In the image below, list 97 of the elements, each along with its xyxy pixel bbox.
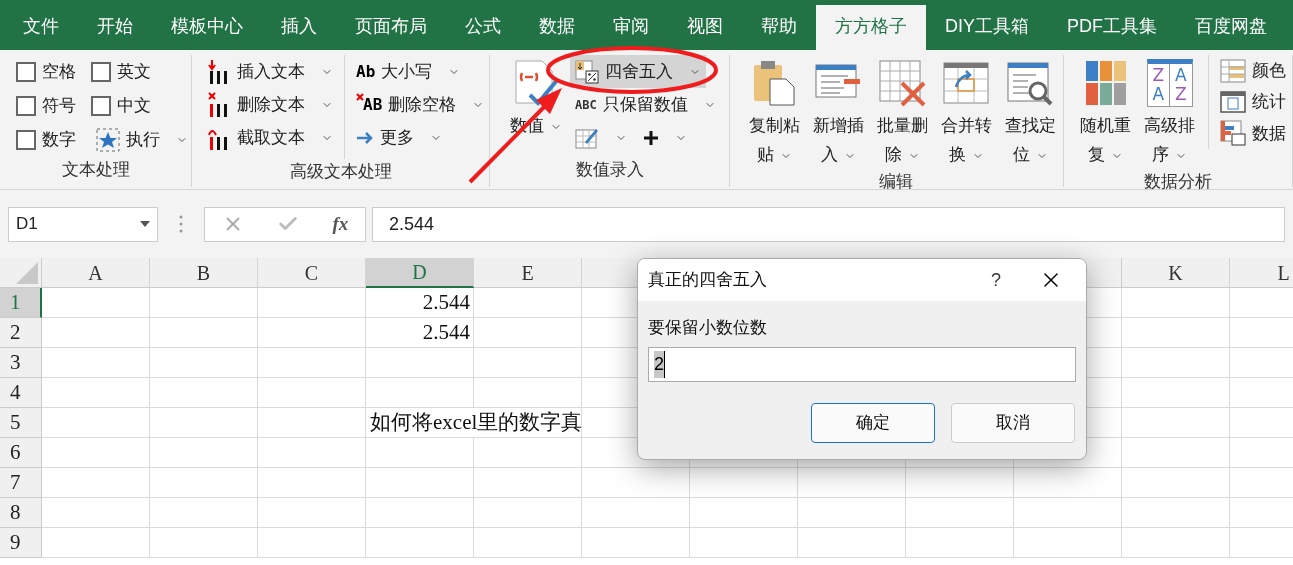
ribbon-tab[interactable]: 公式 <box>446 5 520 50</box>
dialog-button[interactable]: 确定 <box>811 402 935 443</box>
group-label: 高级文本处理 <box>288 161 393 183</box>
row-header[interactable]: 1 <box>0 288 42 318</box>
ribbon-tab[interactable]: 视图 <box>668 5 742 50</box>
ribbon-button[interactable]: Ab 大小写 <box>351 55 490 88</box>
ribbon-large-button[interactable]: 合并转换 <box>934 55 999 169</box>
dialog-button[interactable]: 取消 <box>951 402 1075 443</box>
ribbon-large-button[interactable]: 批量删除 <box>870 55 935 169</box>
document-check-icon <box>512 59 560 107</box>
row-header[interactable]: 8 <box>0 498 42 528</box>
ribbon-button[interactable]: 数据 <box>1214 117 1291 149</box>
table-arrows-icon <box>942 59 991 107</box>
checkbox[interactable]: 中文 <box>91 89 191 123</box>
checkbox-label: 英文 <box>117 61 151 84</box>
ribbon-tab[interactable]: 百度网盘 <box>1176 5 1286 50</box>
ribbon-button[interactable]: AB 删除空格 <box>351 88 490 121</box>
cell-value: 2.544 <box>422 319 470 346</box>
dropdown-arrow-icon <box>140 221 150 227</box>
row-header[interactable]: 6 <box>0 438 42 468</box>
ribbon-button[interactable]: 执行 <box>91 123 191 156</box>
field-label: 要保留小数位数 <box>648 317 768 339</box>
group-label: 编辑 <box>878 171 915 193</box>
ribbon-large-button[interactable]: ZA AZ 高级排序 <box>1137 55 1202 169</box>
checkbox-label: 空格 <box>42 61 76 84</box>
ribbon-tab[interactable]: DIY工具箱 <box>926 5 1048 50</box>
name-box[interactable]: D1 <box>8 206 158 242</box>
checkbox-box[interactable] <box>91 62 111 82</box>
ribbon-tab[interactable]: 审阅 <box>594 5 668 50</box>
ribbon-tab[interactable]: 方方格子 <box>816 5 926 50</box>
table-delete-icon <box>878 59 927 107</box>
row-header[interactable]: 4 <box>0 378 42 408</box>
ribbon-button[interactable]: 颜色 <box>1214 55 1291 87</box>
sort-letters-icon: ZA AZ <box>1146 59 1193 107</box>
checkbox-box[interactable] <box>16 62 36 82</box>
row-header[interactable]: 5 <box>0 408 42 438</box>
ribbon-tab[interactable]: 模板中心 <box>152 5 262 50</box>
ribbon-tab[interactable]: 开始 <box>78 5 152 50</box>
ribbon-large-button[interactable]: 查找定位 <box>998 55 1063 169</box>
ribbon-button[interactable]: 统计 <box>1214 86 1291 118</box>
table-percent-icon <box>575 59 599 84</box>
drag-handle-icon[interactable] <box>178 214 184 234</box>
ribbon-button[interactable]: 四舍五入 <box>570 55 706 88</box>
checkbox[interactable]: 英文 <box>91 55 191 89</box>
column-header[interactable]: C <box>258 258 366 288</box>
row-header[interactable]: 9 <box>0 528 42 558</box>
ribbon-tab[interactable]: 页面布局 <box>336 5 446 50</box>
ribbon-tab[interactable]: 帮助 <box>742 5 816 50</box>
column-header[interactable]: L <box>1230 258 1293 288</box>
column-header[interactable]: K <box>1122 258 1230 288</box>
ribbon-tab[interactable]: 文件 <box>4 5 78 50</box>
checkbox[interactable]: 数字 <box>16 123 91 157</box>
row-header[interactable]: 7 <box>0 468 42 498</box>
function-button[interactable]: fx <box>332 209 349 239</box>
arrow-right-icon <box>356 130 374 145</box>
row-header[interactable]: 2 <box>0 318 42 348</box>
checkbox-box[interactable] <box>16 96 36 116</box>
column-header[interactable]: D <box>366 258 474 288</box>
checkbox[interactable]: 空格 <box>16 55 91 89</box>
cell-value: 2.544 <box>422 289 470 316</box>
ribbon-tab[interactable]: 插入 <box>262 5 336 50</box>
document-search-icon <box>1006 59 1055 107</box>
plus-icon <box>643 129 659 146</box>
checkbox-box[interactable] <box>16 130 36 150</box>
letters-icon: Ab <box>356 59 376 84</box>
ribbon-large-button[interactable]: 新增插入 <box>806 55 871 169</box>
letters-icon: ABC <box>575 95 597 114</box>
ribbon-button[interactable]: 插入文本 <box>202 55 338 88</box>
row-header[interactable]: 3 <box>0 348 42 378</box>
group-label: 文本处理 <box>60 159 131 181</box>
checkbox-box[interactable] <box>91 96 111 116</box>
table-chart-icon <box>1219 120 1246 147</box>
checkbox-label: 中文 <box>117 95 151 118</box>
ribbon-button[interactable]: 更多 <box>351 121 490 154</box>
cell-reference: D1 <box>16 213 38 236</box>
ribbon-large-button[interactable]: 随机重复 <box>1073 55 1138 169</box>
ribbon-button[interactable]: 删除文本 <box>202 88 338 121</box>
checkbox-label: 数字 <box>42 129 76 152</box>
input-field[interactable]: 2 <box>648 346 1076 382</box>
ribbon-button[interactable]: ABC 只保留数值 <box>570 88 721 121</box>
clipboard-icon <box>1219 90 1246 114</box>
help-button[interactable]: ? <box>976 266 1016 294</box>
table-icon <box>1219 58 1246 83</box>
column-header[interactable]: E <box>474 258 582 288</box>
column-header[interactable]: B <box>150 258 258 288</box>
cell-value: 如何将excel里的数字真 <box>370 409 583 436</box>
formula-input[interactable]: 2.544 <box>372 206 1285 242</box>
dialog-title: 真正的四舍五入 <box>648 269 768 292</box>
column-header[interactable]: A <box>42 258 150 288</box>
ribbon-tab[interactable]: PDF工具集 <box>1048 5 1176 50</box>
group-label: 数据分析 <box>1142 171 1213 193</box>
ribbon-large-button[interactable]: 复制粘贴 <box>742 55 807 169</box>
checkbox-label: 符号 <box>42 95 76 118</box>
checkbox[interactable]: 符号 <box>16 89 91 123</box>
ribbon-button[interactable]: 截取文本 <box>202 121 338 154</box>
group-label: 数值录入 <box>574 159 645 181</box>
ribbon-tab[interactable]: 数据 <box>520 5 594 50</box>
